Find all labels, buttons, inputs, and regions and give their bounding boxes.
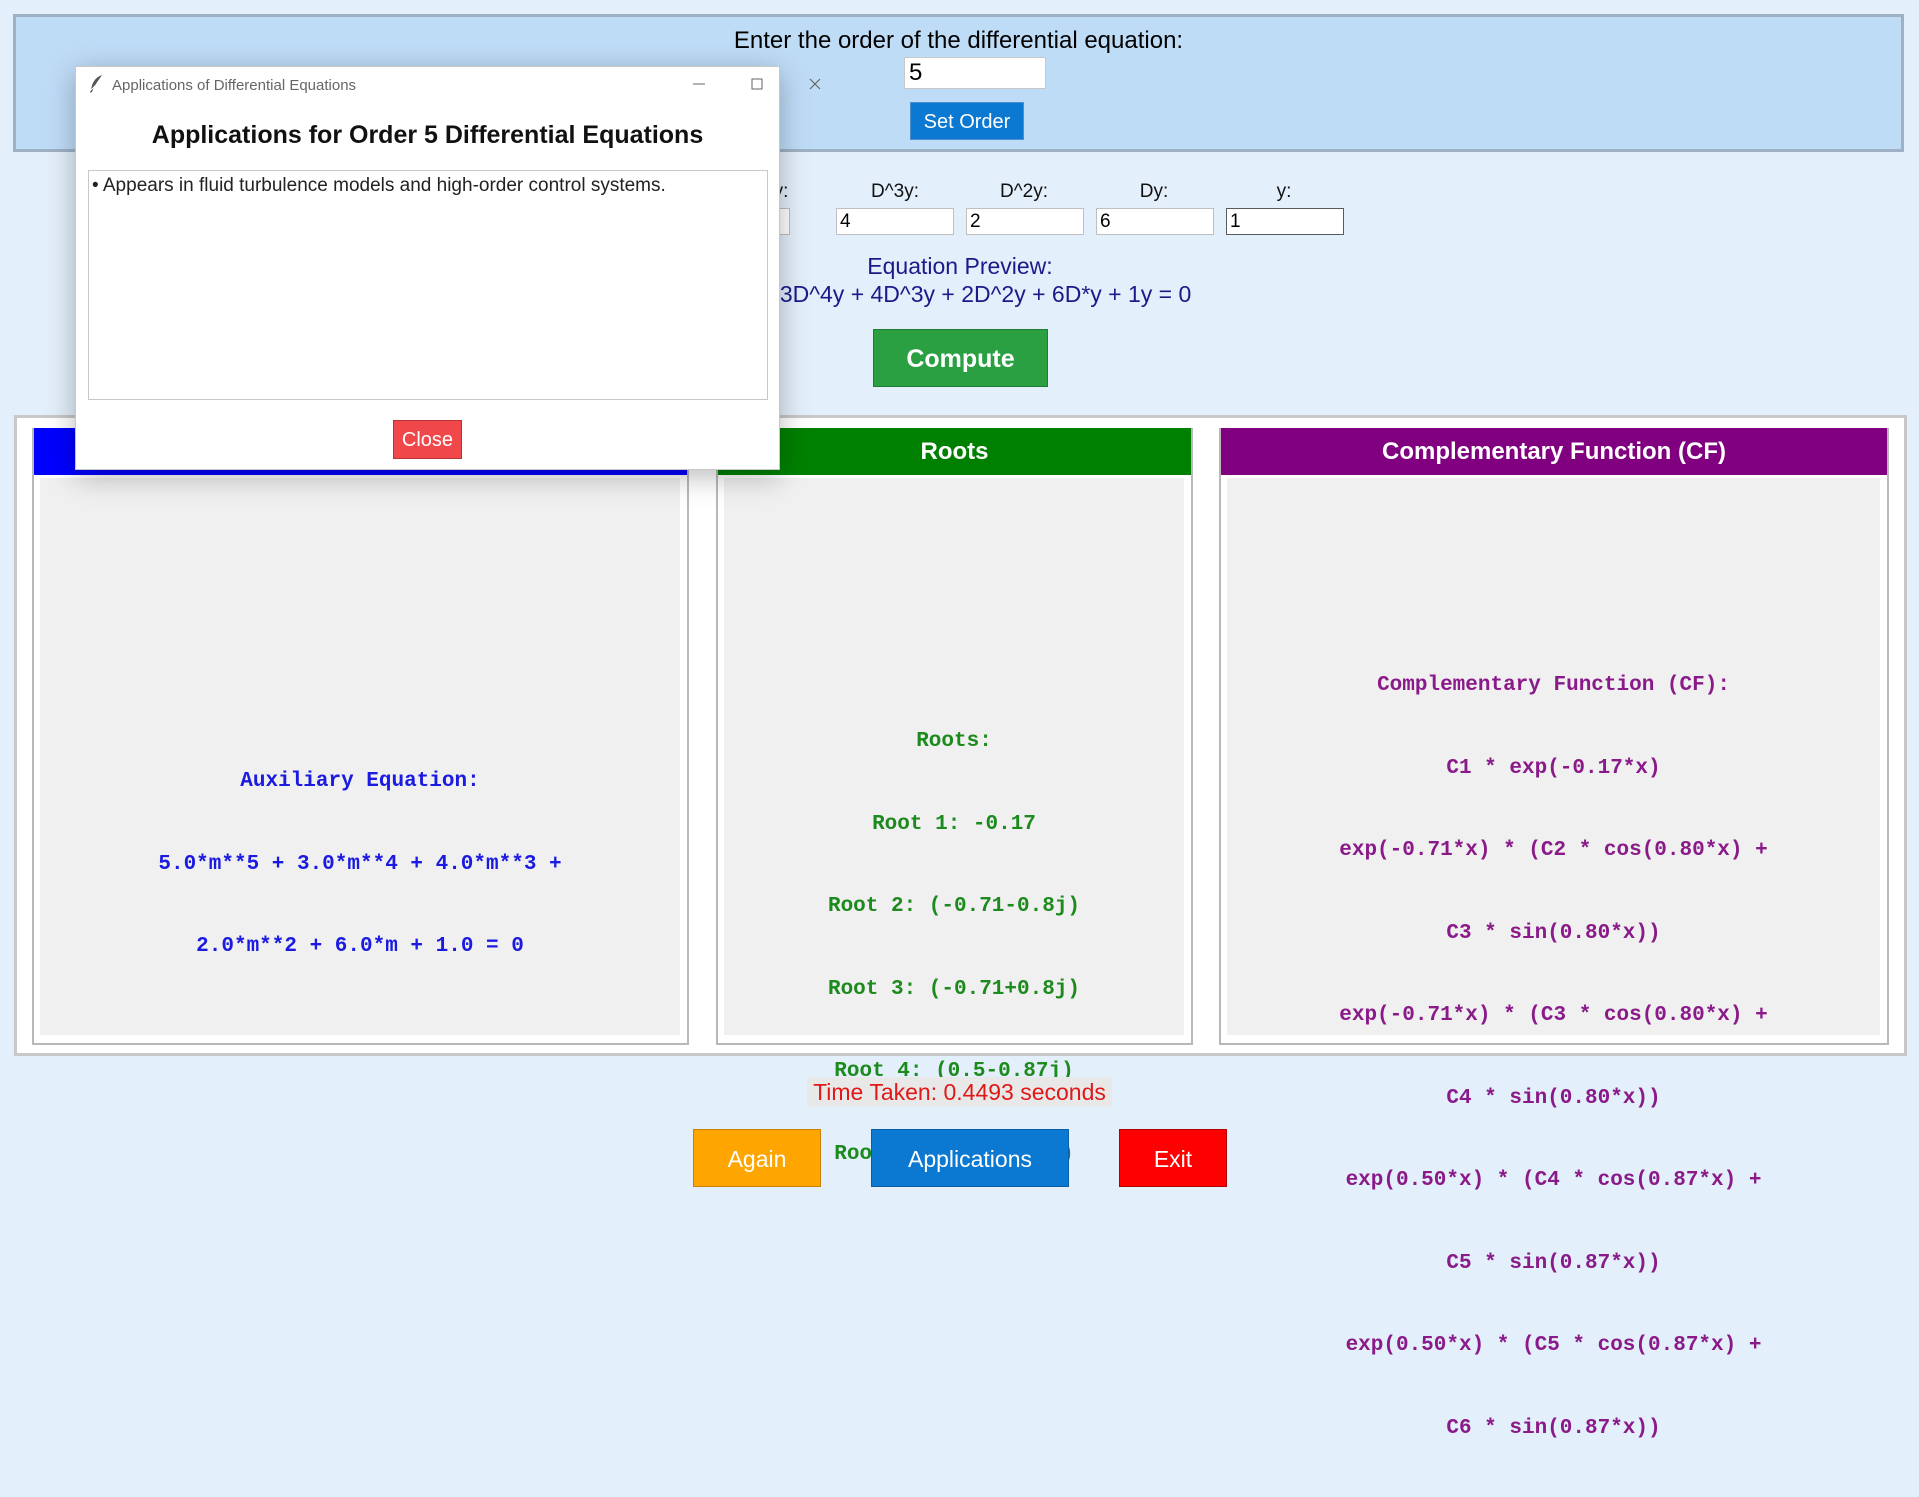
- popup-heading: Applications for Order 5 Differential Eq…: [151, 121, 704, 149]
- again-button[interactable]: Again: [693, 1129, 821, 1187]
- coef-label-y: y:: [1276, 181, 1292, 202]
- aux-line: 2.0*m**2 + 6.0*m + 1.0 = 0: [196, 935, 524, 958]
- equation-preview-title: Equation Preview:: [867, 253, 1053, 279]
- time-taken-text: Time Taken: 0.4493 seconds: [807, 1077, 1112, 1107]
- auxiliary-equation-text: Auxiliary Equation: 5.0*m**5 + 3.0*m**4 …: [40, 713, 680, 1016]
- roots-line: Roots:: [916, 730, 992, 753]
- aux-line: Auxiliary Equation:: [240, 770, 480, 793]
- cf-line: exp(-0.71*x) * (C3 * cos(0.80*x) +: [1339, 1004, 1768, 1027]
- applications-button[interactable]: Applications: [871, 1129, 1069, 1187]
- roots-line: Root 3: (-0.71+0.8j): [827, 977, 1081, 1001]
- popup-window-title: Applications of Differential Equations: [112, 77, 357, 94]
- coef-input-dy[interactable]: 6: [1096, 208, 1214, 235]
- roots-line: Root 1: -0.17: [872, 812, 1036, 836]
- cf-line: C5 * sin(0.87*x)): [1446, 1251, 1661, 1275]
- popup-text-area[interactable]: • Appears in fluid turbulence models and…: [88, 170, 768, 400]
- cf-line: C1 * exp(-0.17*x): [1446, 756, 1661, 780]
- exit-button[interactable]: Exit: [1119, 1129, 1227, 1187]
- cf-text: Complementary Function (CF): C1 * exp(-0…: [1227, 617, 1880, 1497]
- cf-pane-header: Complementary Function (CF): [1221, 428, 1887, 475]
- equation-preview: + 3D^4y + 4D^3y + 2D^2y + 6D*y + 1y = 0: [760, 281, 1192, 307]
- applications-popup-window: Applications of Differential Equations A…: [75, 66, 821, 470]
- coef-input-y[interactable]: 1: [1226, 208, 1344, 235]
- feather-icon: [88, 74, 104, 99]
- order-prompt: Enter the order of the differential equa…: [733, 27, 1184, 54]
- roots-pane-body: Roots: Root 1: -0.17 Root 2: (-0.71-0.8j…: [724, 478, 1184, 1166]
- cf-line: exp(-0.71*x) * (C2 * cos(0.80*x) +: [1339, 839, 1768, 862]
- compute-button[interactable]: Compute: [873, 329, 1048, 387]
- close-icon[interactable]: [805, 75, 825, 95]
- coef-label-d2y: D^2y:: [1000, 181, 1048, 202]
- cf-line: exp(0.50*x) * (C4 * cos(0.87*x) +: [1345, 1169, 1762, 1192]
- roots-pane-header: Roots: [718, 428, 1191, 475]
- coef-input-d2y[interactable]: 2: [966, 208, 1084, 235]
- minimize-icon[interactable]: [689, 75, 709, 95]
- popup-close-button[interactable]: Close: [393, 420, 462, 459]
- time-taken-label: Time Taken: 0.4493 seconds: [0, 1077, 1919, 1107]
- coef-input-d3y[interactable]: 4: [836, 208, 954, 235]
- popup-titlebar[interactable]: Applications of Differential Equations: [76, 67, 821, 103]
- maximize-icon[interactable]: [747, 75, 767, 95]
- order-input[interactable]: 5: [904, 57, 1046, 89]
- coef-label-d3y: D^3y:: [871, 181, 919, 202]
- aux-line: 5.0*m**5 + 3.0*m**4 + 4.0*m**3 +: [158, 852, 562, 876]
- cf-line: C3 * sin(0.80*x)): [1446, 921, 1661, 945]
- cf-pane-body: Complementary Function (CF): C1 * exp(-0…: [1227, 478, 1880, 1440]
- roots-line: Root 2: (-0.71-0.8j): [827, 895, 1081, 918]
- cf-line: C6 * sin(0.87*x)): [1446, 1416, 1661, 1440]
- coef-label-dy: Dy:: [1139, 181, 1169, 202]
- set-order-button[interactable]: Set Order: [910, 102, 1024, 140]
- cf-line: Complementary Function (CF):: [1377, 674, 1730, 697]
- auxiliary-pane-body: Auxiliary Equation: 5.0*m**5 + 3.0*m**4 …: [40, 478, 680, 1035]
- cf-line: exp(0.50*x) * (C5 * cos(0.87*x) +: [1345, 1334, 1762, 1357]
